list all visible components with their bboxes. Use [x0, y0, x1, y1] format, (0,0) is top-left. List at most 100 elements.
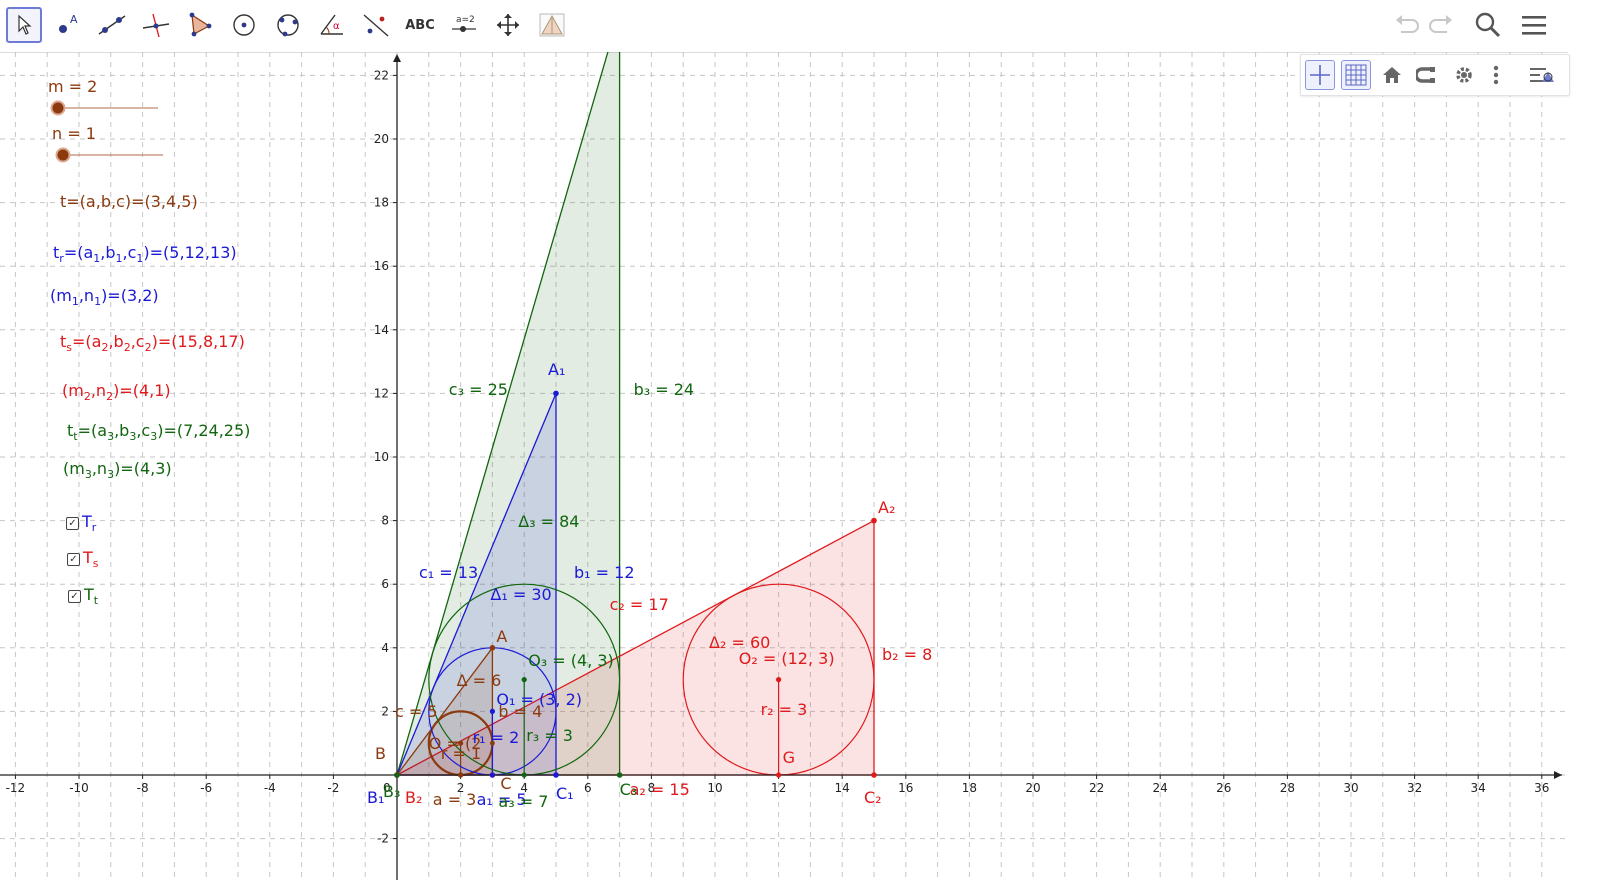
graphics-style-bar — [1300, 54, 1570, 96]
text-tool[interactable]: ABC — [402, 7, 438, 43]
search-button[interactable] — [1472, 9, 1504, 41]
line-icon — [98, 15, 126, 35]
m1n1-pre: (m — [50, 286, 72, 305]
conic-tool[interactable] — [270, 7, 306, 43]
undo-button[interactable] — [1390, 9, 1422, 41]
slider-n-handle[interactable] — [55, 147, 71, 163]
grid-toggle-button[interactable] — [1341, 60, 1371, 90]
vertex-t_t-0 — [394, 772, 400, 778]
slider-tool[interactable]: a=2 — [446, 7, 482, 43]
y-axis-arrow — [393, 54, 401, 62]
lbl-C3: C₃ — [619, 780, 638, 799]
checkbox-ts[interactable]: ✓ — [67, 553, 80, 566]
y-tick-label: 4 — [381, 641, 389, 655]
lbl-a: a = 3 — [432, 790, 477, 809]
polygon-tool[interactable] — [182, 7, 218, 43]
checkbox-tr[interactable]: ✓ — [66, 517, 79, 530]
tr-main: T — [82, 512, 92, 531]
slider-n[interactable] — [55, 147, 167, 163]
point-icon: A — [59, 13, 78, 33]
lbl-O2: O₂ = (12, 3) — [738, 648, 835, 668]
text-t: t=(a,b,c)=(3,4,5) — [60, 192, 198, 211]
x-tick-label: -2 — [327, 781, 339, 795]
x-axis-arrow — [1554, 771, 1562, 779]
more-options-button[interactable] — [1481, 60, 1511, 90]
x-tick-label: 6 — [584, 781, 592, 795]
x-tick-label: 28 — [1280, 781, 1295, 795]
m3n3-pre: (m — [63, 459, 85, 478]
move-arrows-icon — [497, 14, 519, 36]
y-tick-label: 20 — [374, 132, 389, 146]
vertex-t_r-1 — [553, 772, 559, 778]
slider-m-label: m = 2 — [48, 77, 98, 96]
lbl-B: B — [375, 744, 386, 763]
redo-button[interactable] — [1426, 9, 1458, 41]
incenter-t_t — [521, 677, 527, 683]
main-menu-button[interactable] — [1518, 9, 1550, 41]
x-tick-label: 26 — [1216, 781, 1231, 795]
text-tool-label: ABC — [405, 17, 435, 33]
redo-icon — [1429, 15, 1452, 33]
x-tick-label: -10 — [69, 781, 89, 795]
slider-tool-label: a=2 — [456, 15, 475, 25]
perpendicular-line-tool[interactable] — [138, 7, 174, 43]
lbl-B3: B₃ — [383, 782, 401, 801]
standard-view-button[interactable] — [1377, 60, 1407, 90]
text-m3n3: (m3,n3)=(4,3) — [63, 460, 172, 484]
tangent-point-t_r — [489, 772, 495, 778]
menu-icon — [1522, 16, 1546, 35]
checkbox-tt[interactable]: ✓ — [68, 590, 81, 603]
point-capturing-button[interactable] — [1413, 60, 1443, 90]
y-tick-label: 16 — [374, 259, 389, 273]
slider-n-label: n = 1 — [52, 124, 96, 143]
angle-tool[interactable]: α — [314, 7, 350, 43]
x-tick-label: 14 — [835, 781, 850, 795]
tr-b: ,b — [100, 243, 116, 262]
line-tool[interactable] — [94, 7, 130, 43]
perpendicular-icon — [142, 13, 170, 38]
x-tick-label: 18 — [962, 781, 977, 795]
move-graphics-view-tool[interactable] — [490, 7, 526, 43]
a3-sub: 3 — [107, 430, 115, 444]
x-tick-label: 30 — [1343, 781, 1358, 795]
point-tool[interactable]: A — [50, 7, 86, 43]
move-tool[interactable] — [6, 7, 42, 43]
more-icon — [1493, 65, 1499, 85]
graphics-settings-button[interactable] — [1449, 60, 1479, 90]
x-tick-label: 32 — [1407, 781, 1422, 795]
lbl-B1: B₁ — [367, 788, 385, 807]
slider-m-handle[interactable] — [50, 100, 66, 116]
lbl-O1: O₁ = (3, 2) — [496, 690, 582, 710]
ts-c: ,c — [130, 332, 145, 351]
checkbox-tr-label: Tr — [82, 513, 96, 537]
lbl-G: G — [782, 748, 795, 767]
m2n2-pre: (m — [62, 381, 84, 400]
tt-end: )=(7,24,25) — [157, 421, 251, 440]
axes-toggle-button[interactable] — [1305, 60, 1335, 90]
lbl-C1: C₁ — [556, 784, 574, 803]
right-margin — [1568, 52, 1600, 880]
angle-icon: α — [320, 14, 343, 35]
grid-toggle-icon — [1345, 64, 1367, 86]
tr-c: ,c — [122, 243, 137, 262]
m1n1-end: )=(3,2) — [101, 286, 159, 305]
custom-tool[interactable] — [534, 7, 570, 43]
style-bar-toggle-icon — [1530, 68, 1554, 82]
reflect-tool[interactable] — [358, 7, 394, 43]
toggle-style-bar-button[interactable] — [1527, 60, 1557, 90]
ts-eq: =(a — [72, 332, 102, 351]
slider-m[interactable] — [50, 100, 162, 116]
incenter-t_s — [776, 677, 782, 683]
b1-sub: 1 — [115, 252, 123, 266]
tt-main-sub: t — [93, 594, 99, 608]
lbl-r1: r₁ = 2 — [472, 728, 520, 748]
n1-sub: 1 — [94, 295, 102, 309]
circle-center-point-tool[interactable] — [226, 7, 262, 43]
n3-sub: 3 — [107, 468, 115, 482]
x-tick-label: -6 — [200, 781, 212, 795]
lbl-c1: c₁ = 13 — [419, 563, 479, 583]
settings-icon — [1456, 67, 1472, 83]
lbl-O3: O₃ = (4, 3) — [528, 650, 614, 670]
checkbox-tt-label: Tt — [84, 586, 98, 610]
lbl-D1: Δ₁ = 30 — [490, 585, 552, 605]
